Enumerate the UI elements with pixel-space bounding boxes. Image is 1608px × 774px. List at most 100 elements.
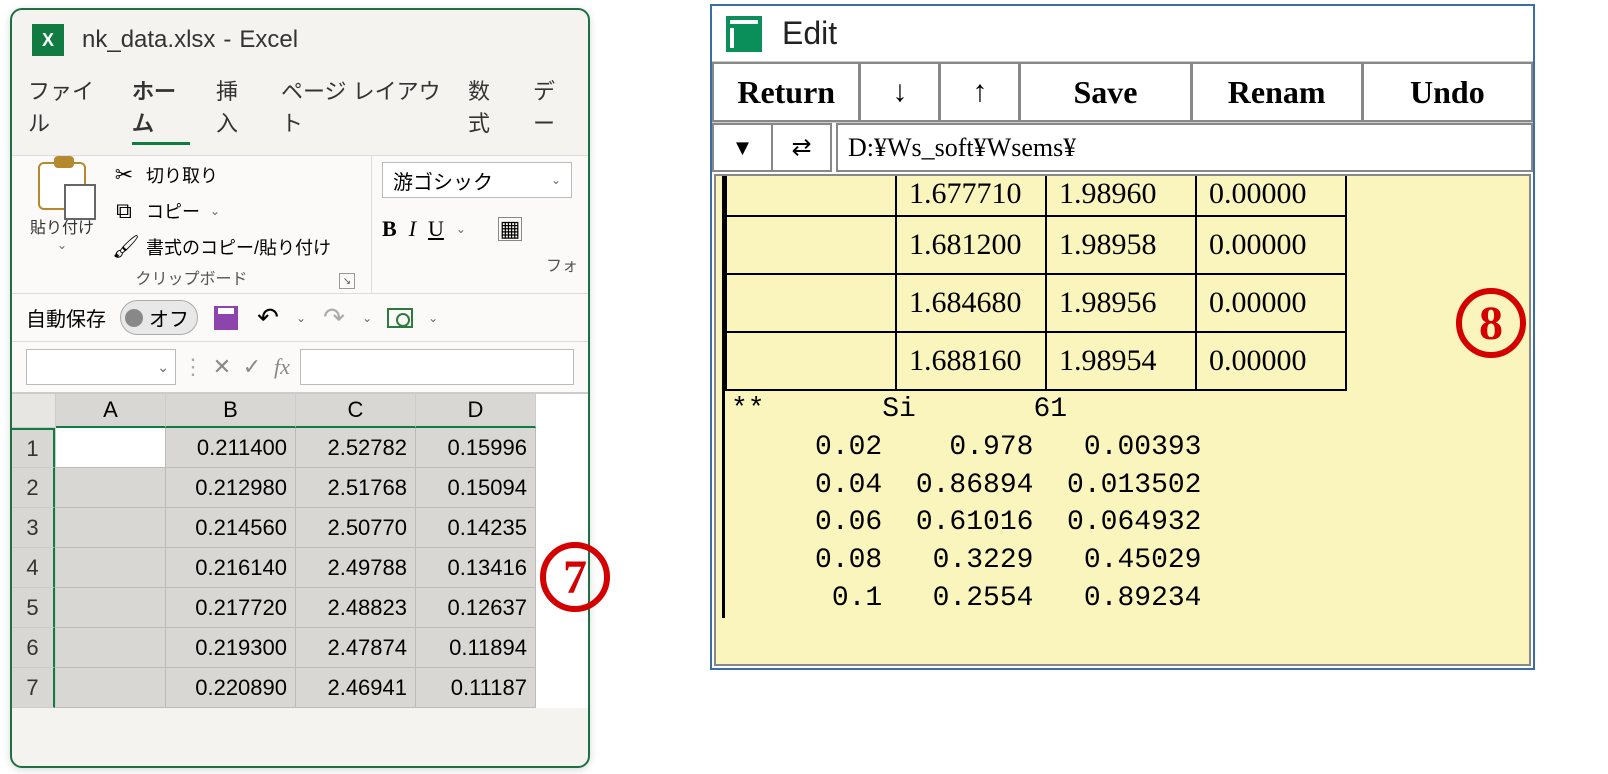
col-header[interactable]: C bbox=[296, 394, 416, 428]
cell[interactable]: 0.00000 bbox=[1196, 216, 1346, 274]
cell[interactable]: 2.47874 bbox=[296, 628, 416, 668]
cell[interactable] bbox=[56, 548, 166, 588]
row-header[interactable]: 6 bbox=[12, 628, 55, 668]
cell[interactable]: 0.220890 bbox=[166, 668, 296, 708]
cell[interactable]: 0.00000 bbox=[1196, 176, 1346, 216]
col-header[interactable]: A bbox=[56, 394, 166, 428]
cell[interactable]: 0.12637 bbox=[416, 588, 536, 628]
cell[interactable] bbox=[726, 216, 896, 274]
underline-button[interactable]: U bbox=[428, 216, 444, 242]
cell[interactable]: 0.00000 bbox=[1196, 274, 1346, 332]
cell[interactable]: 0.219300 bbox=[166, 628, 296, 668]
row-header[interactable]: 7 bbox=[12, 668, 55, 708]
cell[interactable]: 0.217720 bbox=[166, 588, 296, 628]
path-swap-button[interactable]: ⇄ bbox=[772, 123, 832, 172]
cell[interactable]: 1.688160 bbox=[896, 332, 1046, 390]
menu-pagelayout[interactable]: ページ レイアウト bbox=[281, 74, 442, 145]
arrow-down-button[interactable]: ↓ bbox=[859, 62, 939, 122]
cell[interactable] bbox=[56, 508, 166, 548]
cell[interactable]: 1.98958 bbox=[1046, 216, 1196, 274]
redo-dropdown-icon[interactable]: ⌄ bbox=[362, 311, 372, 325]
cell[interactable]: 0.15996 bbox=[416, 428, 536, 468]
row-header[interactable]: 1 bbox=[12, 428, 55, 468]
cell[interactable]: 2.52782 bbox=[296, 428, 416, 468]
menu-insert[interactable]: 挿入 bbox=[216, 74, 255, 145]
cell[interactable]: 1.98954 bbox=[1046, 332, 1196, 390]
arrow-up-button[interactable]: ↑ bbox=[939, 62, 1019, 122]
font-name-dropdown[interactable]: 游ゴシック ⌄ bbox=[382, 162, 572, 198]
row-header[interactable]: 4 bbox=[12, 548, 55, 588]
table-row: 1.684680 1.98956 0.00000 bbox=[726, 274, 1346, 332]
cell[interactable] bbox=[726, 332, 896, 390]
col-header[interactable]: B bbox=[166, 394, 296, 428]
formula-cancel-button[interactable]: ✕ bbox=[210, 354, 234, 380]
cell[interactable]: 1.681200 bbox=[896, 216, 1046, 274]
formula-enter-button[interactable]: ✓ bbox=[240, 354, 264, 380]
col-header[interactable]: D bbox=[416, 394, 536, 428]
menu-data[interactable]: デー bbox=[533, 74, 572, 145]
autosave-toggle[interactable]: オフ bbox=[120, 300, 198, 335]
cell[interactable]: 0.14235 bbox=[416, 508, 536, 548]
paste-button[interactable]: 貼り付け ⌄ bbox=[22, 162, 102, 260]
cell[interactable]: 1.684680 bbox=[896, 274, 1046, 332]
cell[interactable]: 0.214560 bbox=[166, 508, 296, 548]
cell[interactable] bbox=[56, 468, 166, 508]
qat-overflow-icon[interactable]: ⌄ bbox=[428, 311, 438, 325]
camera-button[interactable] bbox=[386, 304, 414, 332]
cell[interactable]: 2.51768 bbox=[296, 468, 416, 508]
undo-dropdown-icon[interactable]: ⌄ bbox=[296, 311, 306, 325]
cell[interactable]: 0.15094 bbox=[416, 468, 536, 508]
cell[interactable]: 0.216140 bbox=[166, 548, 296, 588]
cell[interactable]: 0.11187 bbox=[416, 668, 536, 708]
save-button[interactable] bbox=[212, 304, 240, 332]
cell[interactable] bbox=[726, 274, 896, 332]
cell[interactable]: 0.13416 bbox=[416, 548, 536, 588]
cell[interactable]: 0.212980 bbox=[166, 468, 296, 508]
name-box[interactable]: ⌄ bbox=[26, 349, 176, 385]
cell[interactable]: 1.677710 bbox=[896, 176, 1046, 216]
edit-plain-text[interactable]: ** Si 61 0.02 0.978 0.00393 0.04 0.86894… bbox=[725, 391, 1529, 618]
row-header[interactable]: 3 bbox=[12, 508, 55, 548]
insert-function-button[interactable]: fx bbox=[270, 354, 294, 380]
select-all-corner[interactable] bbox=[12, 394, 55, 428]
row-header[interactable]: 2 bbox=[12, 468, 55, 508]
cell[interactable]: 2.50770 bbox=[296, 508, 416, 548]
cell[interactable]: 2.46941 bbox=[296, 668, 416, 708]
cell[interactable]: 2.49788 bbox=[296, 548, 416, 588]
copy-button[interactable]: ⧉ コピー ⌄ bbox=[112, 198, 331, 224]
cell[interactable]: 1.98956 bbox=[1046, 274, 1196, 332]
formula-input[interactable] bbox=[300, 349, 574, 385]
spreadsheet: 1 2 3 4 5 6 7 A B C D 0.211400 2.52782 0… bbox=[12, 394, 588, 708]
cell[interactable] bbox=[56, 588, 166, 628]
clipboard-launcher-icon[interactable]: ↘ bbox=[339, 273, 355, 289]
return-button[interactable]: Return bbox=[712, 62, 859, 122]
undo-button[interactable]: ↶ bbox=[254, 304, 282, 332]
undo-button[interactable]: Undo bbox=[1362, 62, 1533, 122]
cell[interactable] bbox=[56, 668, 166, 708]
menu-file[interactable]: ファイル bbox=[28, 74, 106, 145]
menu-home[interactable]: ホーム bbox=[132, 74, 190, 145]
cell[interactable]: 0.11894 bbox=[416, 628, 536, 668]
cut-button[interactable]: ✂ 切り取り bbox=[112, 162, 331, 188]
cell[interactable] bbox=[726, 176, 896, 216]
cell[interactable] bbox=[56, 628, 166, 668]
rename-button[interactable]: Renam bbox=[1191, 62, 1362, 122]
underline-dropdown-icon[interactable]: ⌄ bbox=[456, 222, 466, 236]
path-input[interactable]: D:¥Ws_soft¥Wsems¥ bbox=[836, 123, 1533, 172]
bold-button[interactable]: B bbox=[382, 216, 397, 242]
cell[interactable]: 0.00000 bbox=[1196, 332, 1346, 390]
save-button[interactable]: Save bbox=[1019, 62, 1190, 122]
format-painter-button[interactable]: 🖌 書式のコピー/貼り付け bbox=[112, 234, 331, 260]
cell[interactable]: 0.211400 bbox=[166, 428, 296, 468]
paste-dropdown-icon[interactable]: ⌄ bbox=[57, 238, 67, 252]
path-dropdown-button[interactable]: ▼ bbox=[712, 123, 772, 172]
menu-formulas[interactable]: 数式 bbox=[468, 74, 507, 145]
border-button[interactable]: ▦ bbox=[498, 217, 522, 241]
cell[interactable] bbox=[56, 428, 166, 468]
italic-button[interactable]: I bbox=[409, 216, 416, 242]
redo-button[interactable]: ↷ bbox=[320, 304, 348, 332]
cell[interactable]: 1.98960 bbox=[1046, 176, 1196, 216]
copy-dropdown-icon[interactable]: ⌄ bbox=[210, 204, 220, 218]
row-header[interactable]: 5 bbox=[12, 588, 55, 628]
cell[interactable]: 2.48823 bbox=[296, 588, 416, 628]
